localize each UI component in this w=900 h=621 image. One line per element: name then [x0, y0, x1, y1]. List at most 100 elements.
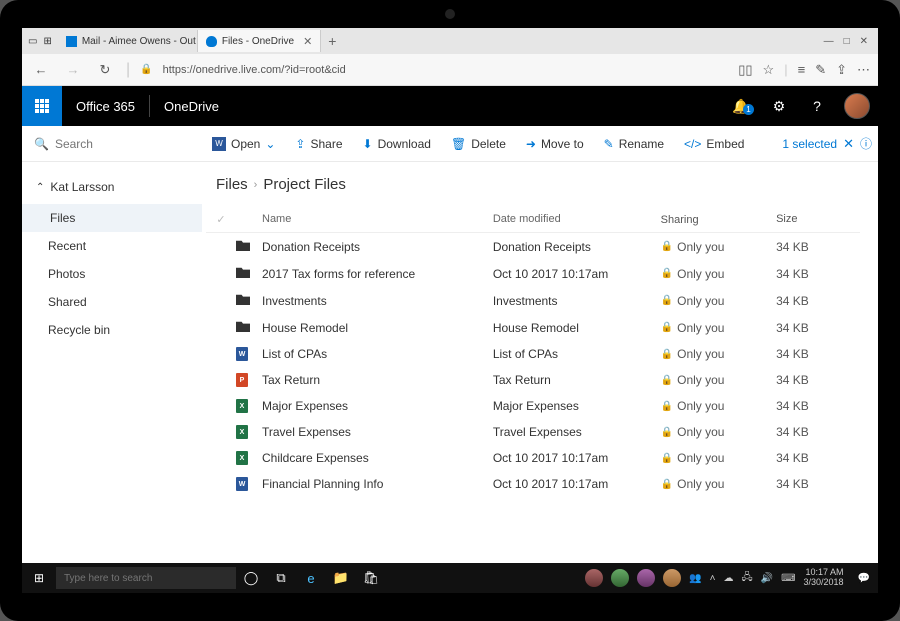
notifications-button[interactable]: 🔔1: [722, 98, 760, 115]
minimize-button[interactable]: —: [824, 36, 834, 47]
file-row[interactable]: House RemodelHouse Remodel🔒Only you34 KB: [206, 314, 860, 341]
explorer-icon[interactable]: 📁: [326, 570, 356, 586]
browser-tab-onedrive[interactable]: Files - OneDrive ✕: [198, 30, 321, 52]
network-icon[interactable]: 🖧: [741, 570, 752, 587]
notes-icon[interactable]: ✎: [815, 62, 826, 78]
volume-icon[interactable]: 🔊: [761, 573, 773, 584]
file-size: 34 KB: [776, 240, 860, 254]
people-icon[interactable]: 👥: [689, 573, 701, 584]
file-name: Investments: [258, 294, 493, 308]
file-row[interactable]: 2017 Tax forms for referenceOct 10 2017 …: [206, 260, 860, 287]
file-row[interactable]: XChildcare ExpensesOct 10 2017 10:17am🔒O…: [206, 445, 860, 471]
rename-button[interactable]: ✎Rename: [594, 126, 674, 161]
folder-icon: [236, 239, 250, 251]
tray-avatar[interactable]: [663, 569, 681, 587]
file-row[interactable]: WFinancial Planning InfoOct 10 2017 10:1…: [206, 471, 860, 497]
word-icon: W: [212, 137, 226, 151]
language-icon[interactable]: ⌨: [781, 573, 795, 584]
moveto-button[interactable]: ➜Move to: [516, 126, 594, 161]
favorite-icon[interactable]: ☆: [763, 62, 775, 78]
sidebar-item-recent[interactable]: Recent: [22, 232, 202, 260]
file-sharing: Only you: [677, 425, 724, 439]
task-view-icon[interactable]: ⧉: [266, 570, 296, 586]
share-icon[interactable]: ⇪: [836, 62, 847, 78]
file-name: House Remodel: [258, 321, 493, 335]
forward-button[interactable]: →: [62, 62, 84, 77]
url-input[interactable]: [163, 64, 729, 76]
file-row[interactable]: PTax ReturnTax Return🔒Only you34 KB: [206, 367, 860, 393]
user-avatar[interactable]: [844, 93, 870, 119]
open-button[interactable]: WOpen⌄: [202, 126, 285, 161]
lock-icon: 🔒: [661, 375, 673, 386]
start-button[interactable]: ⊞: [22, 571, 56, 585]
reading-view-icon[interactable]: ▯▯: [738, 62, 752, 78]
download-button[interactable]: ⬇Download: [353, 126, 441, 161]
search-input[interactable]: [55, 137, 155, 151]
header-sharing[interactable]: Sharing: [661, 213, 776, 226]
check-icon[interactable]: ✓: [216, 214, 225, 226]
refresh-button[interactable]: ↻: [94, 62, 116, 78]
tray-chevron-icon[interactable]: ˄: [710, 573, 716, 584]
delete-button[interactable]: 🗑Delete: [441, 126, 516, 161]
new-tab-button[interactable]: +: [321, 33, 343, 49]
share-button[interactable]: ⇪Share: [285, 126, 352, 161]
file-row[interactable]: WList of CPAsList of CPAs🔒Only you34 KB: [206, 341, 860, 367]
breadcrumb-current: Project Files: [263, 176, 346, 193]
file-sharing: Only you: [677, 240, 724, 254]
settings-button[interactable]: ⚙: [760, 98, 798, 115]
breadcrumb-root[interactable]: Files: [216, 176, 248, 193]
sidebar-item-recycle-bin[interactable]: Recycle bin: [22, 316, 202, 344]
header-date[interactable]: Date modified: [493, 213, 661, 226]
lock-icon: 🔒: [661, 401, 673, 412]
header-name[interactable]: Name: [258, 213, 493, 226]
app-name[interactable]: OneDrive: [150, 99, 233, 114]
excel-icon: X: [236, 399, 248, 413]
file-name: Childcare Expenses: [258, 451, 493, 465]
embed-button[interactable]: </>Embed: [674, 126, 754, 161]
store-icon[interactable]: 🛍: [356, 570, 386, 586]
header-size[interactable]: Size: [776, 213, 860, 226]
nav-owner[interactable]: ⌃ Kat Larsson: [22, 174, 202, 204]
edge-icon[interactable]: e: [296, 571, 326, 586]
onedrive-tray-icon[interactable]: ☁: [723, 573, 733, 584]
app-launcher-button[interactable]: [22, 86, 62, 126]
close-window-button[interactable]: ✕: [860, 36, 868, 47]
more-icon[interactable]: ⋯: [857, 62, 870, 78]
taskbar-search-input[interactable]: [56, 567, 236, 589]
tab-title: Mail - Aimee Owens - Out: [82, 36, 196, 47]
sidebar-item-files[interactable]: Files: [22, 204, 202, 232]
sidebar-item-shared[interactable]: Shared: [22, 288, 202, 316]
close-icon[interactable]: ✕: [303, 35, 312, 48]
file-name: Major Expenses: [258, 399, 493, 413]
file-sharing: Only you: [677, 321, 724, 335]
file-date: Oct 10 2017 10:17am: [493, 267, 661, 281]
lock-icon: 🔒: [661, 241, 673, 252]
sidebar-item-photos[interactable]: Photos: [22, 260, 202, 288]
file-size: 34 KB: [776, 373, 860, 387]
tray-avatar[interactable]: [585, 569, 603, 587]
help-button[interactable]: ?: [798, 98, 836, 114]
file-row[interactable]: InvestmentsInvestments🔒Only you34 KB: [206, 287, 860, 314]
details-pane-button[interactable]: ⓘ: [860, 135, 872, 152]
cortana-icon[interactable]: ◯: [236, 570, 266, 586]
file-row[interactable]: XTravel ExpensesTravel Expenses🔒Only you…: [206, 419, 860, 445]
action-center-icon[interactable]: 💬: [858, 573, 870, 584]
tray-avatar[interactable]: [611, 569, 629, 587]
chevron-right-icon: ›: [254, 179, 258, 191]
hub-icon[interactable]: ≡: [798, 62, 806, 77]
file-name: Donation Receipts: [258, 240, 493, 254]
file-row[interactable]: Donation ReceiptsDonation Receipts🔒Only …: [206, 233, 860, 260]
browser-tab-mail[interactable]: Mail - Aimee Owens - Out: [58, 30, 198, 52]
brand-label[interactable]: Office 365: [62, 99, 149, 114]
file-size: 34 KB: [776, 294, 860, 308]
taskbar-clock[interactable]: 10:17 AM 3/30/2018: [804, 568, 850, 588]
file-name: Tax Return: [258, 373, 493, 387]
rename-icon: ✎: [604, 137, 614, 151]
maximize-button[interactable]: □: [844, 36, 850, 47]
back-button[interactable]: ←: [30, 62, 52, 77]
clear-selection-button[interactable]: ✕: [843, 136, 854, 152]
file-row[interactable]: XMajor ExpensesMajor Expenses🔒Only you34…: [206, 393, 860, 419]
selection-count: 1 selected: [782, 137, 837, 151]
file-list: ✓ Name Date modified Sharing Size Donati…: [206, 207, 860, 497]
tray-avatar[interactable]: [637, 569, 655, 587]
